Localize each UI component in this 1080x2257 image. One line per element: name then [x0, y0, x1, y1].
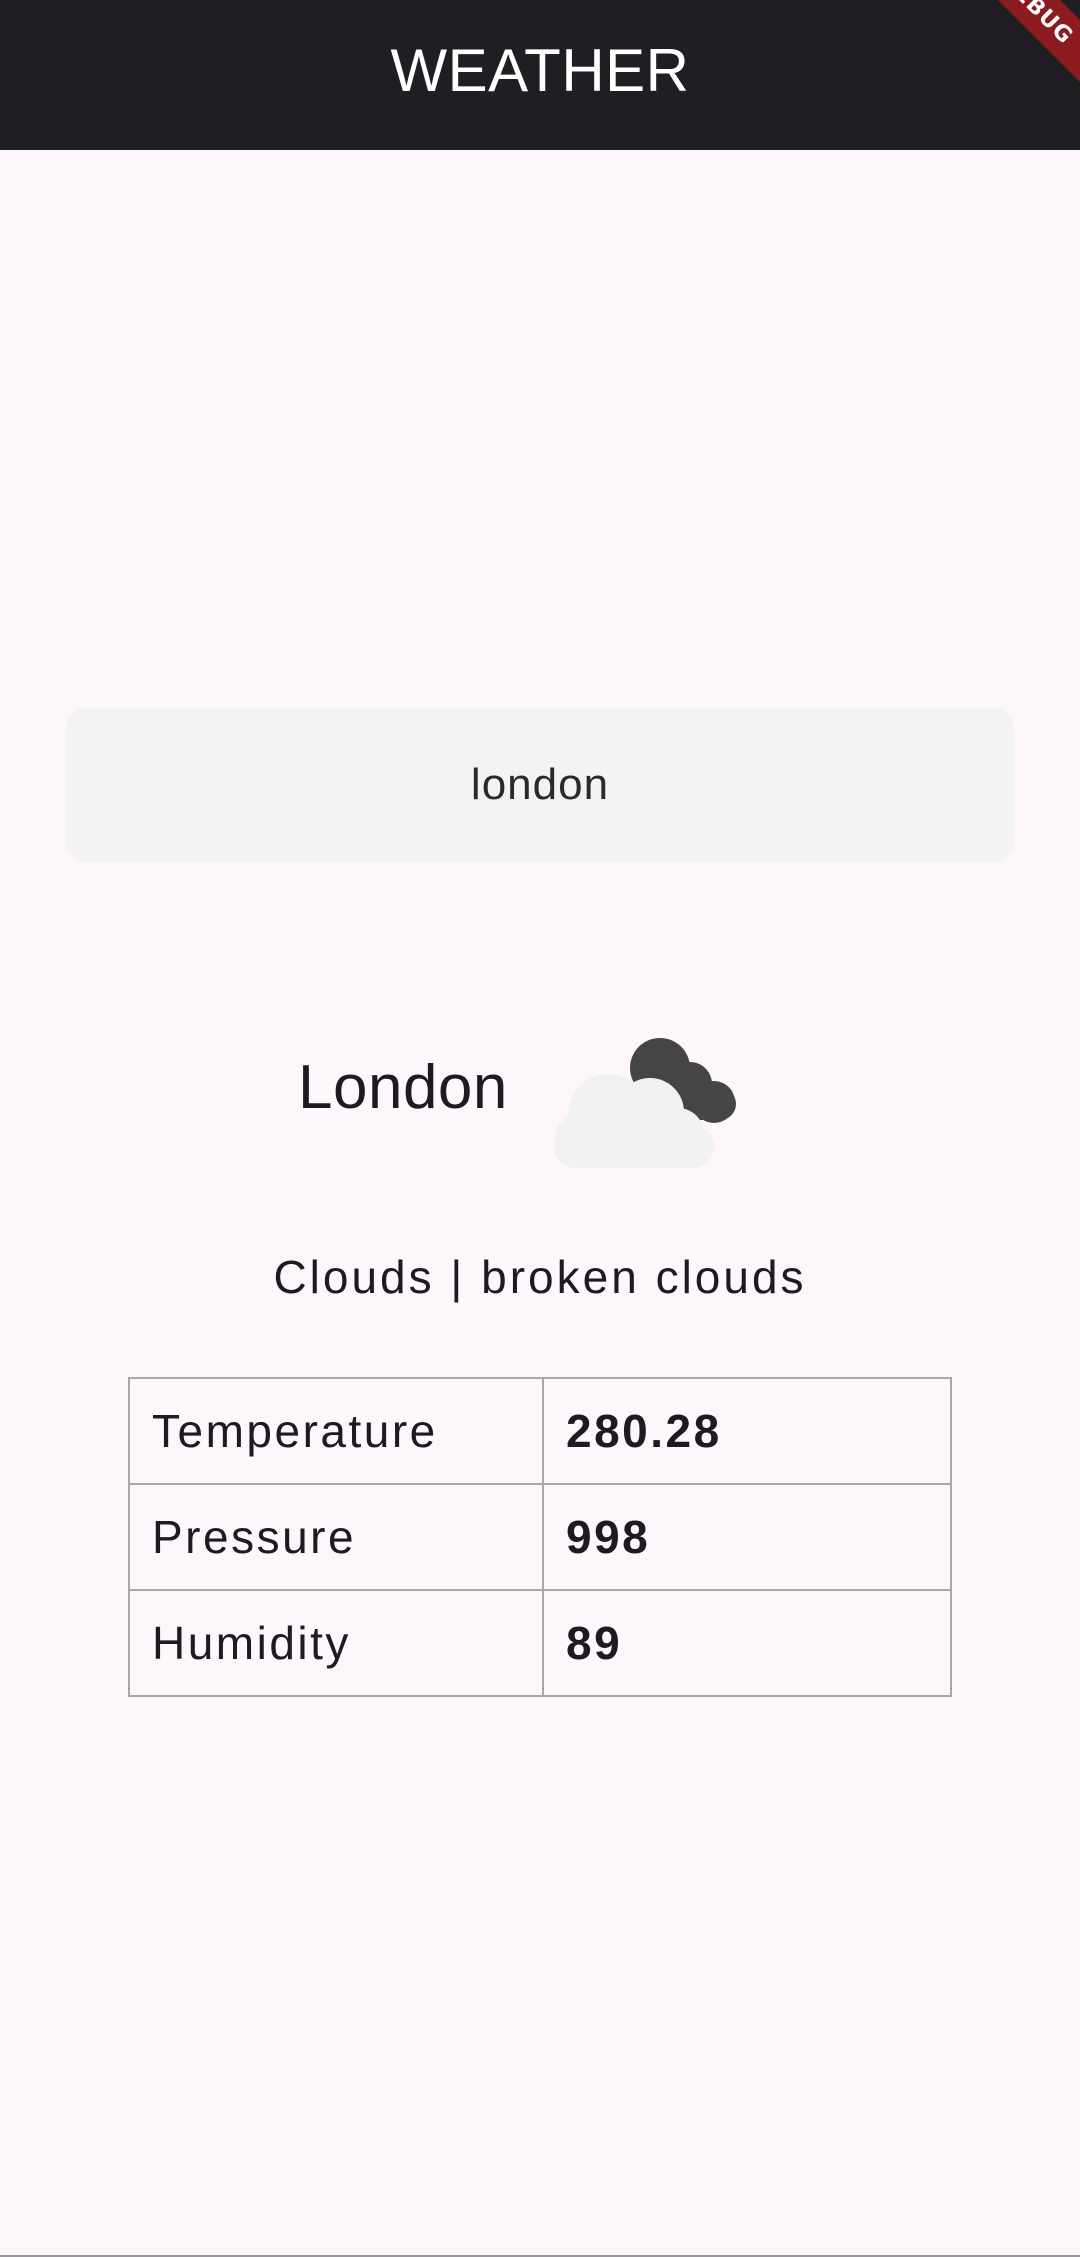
app-bar: WEATHER DEBUG — [0, 0, 1080, 150]
weather-description: Clouds | broken clouds — [273, 1251, 807, 1303]
debug-banner: DEBUG — [947, 0, 1080, 98]
city-search-input[interactable] — [66, 759, 1014, 811]
humidity-label: Humidity — [128, 1589, 544, 1697]
city-search-field[interactable] — [66, 708, 1014, 862]
table-row: Humidity 89 — [128, 1589, 952, 1697]
humidity-value: 89 — [542, 1589, 952, 1697]
table-row: Pressure 998 — [128, 1483, 952, 1591]
debug-banner-label: DEBUG — [995, 0, 1079, 50]
city-header: London — [0, 1010, 1080, 1170]
table-row: Temperature 280.28 — [128, 1377, 952, 1485]
city-name: London — [298, 1053, 508, 1122]
pressure-value: 998 — [542, 1483, 952, 1591]
app-title: WEATHER — [390, 36, 690, 104]
temperature-value: 280.28 — [542, 1377, 952, 1485]
pressure-label: Pressure — [128, 1483, 544, 1591]
broken-clouds-icon — [554, 1038, 736, 1168]
weather-details-table: Temperature 280.28 Pressure 998 Humidity… — [128, 1377, 952, 1697]
temperature-label: Temperature — [128, 1377, 544, 1485]
